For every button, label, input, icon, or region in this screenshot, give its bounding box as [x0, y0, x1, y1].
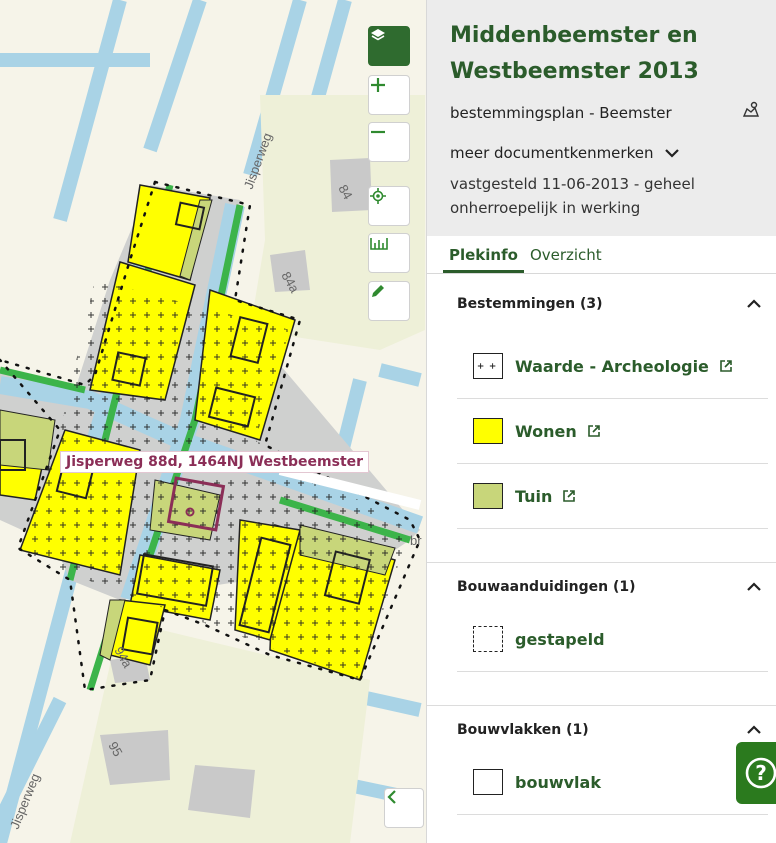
- layers-icon: [371, 29, 385, 41]
- chevron-up-icon: [747, 582, 761, 591]
- section-title: Bouwvlakken (1): [457, 722, 589, 738]
- chevron-down-icon: [665, 149, 680, 158]
- section-divider: [427, 529, 776, 563]
- legend-label[interactable]: bouwvlak: [515, 773, 601, 792]
- map-canvas[interactable]: Jisperweg Jisperweg 84 84a 94a 95 br: [0, 0, 426, 843]
- plus-icon: [371, 78, 385, 92]
- section-bouwvlakken: Bouwvlakken (1) bouwvlak: [427, 710, 776, 815]
- measure-button[interactable]: [368, 233, 410, 273]
- info-panel: Middenbeemster en Westbeemster 2013 best…: [426, 0, 776, 843]
- tuin-swatch: [473, 483, 503, 509]
- bouwvlak-swatch: [473, 769, 503, 795]
- locate-button[interactable]: [368, 186, 410, 226]
- tab-overzicht[interactable]: Overzicht: [524, 236, 608, 273]
- external-link-icon[interactable]: [562, 489, 576, 503]
- plan-subtitle: bestemmingsplan - Beemster: [450, 104, 672, 122]
- section-header[interactable]: Bouwaanduidingen (1): [427, 567, 776, 607]
- chevron-up-icon: [747, 299, 761, 308]
- address-label: Jisperweg 88d, 1464NJ Westbeemster: [60, 451, 370, 473]
- legend-label[interactable]: gestapeld: [515, 630, 605, 649]
- section-bestemmingen: Bestemmingen (3) Waarde - Archeologie Wo…: [427, 284, 776, 529]
- external-link-icon[interactable]: [719, 359, 733, 373]
- locate-icon: [370, 188, 386, 204]
- help-label: ?: [755, 761, 767, 785]
- plan-title-line2: Westbeemster 2013: [450, 59, 699, 84]
- draw-button[interactable]: [368, 281, 410, 321]
- layers-button[interactable]: [368, 26, 410, 66]
- plan-status-line2: onherroepelijk in werking: [450, 199, 641, 217]
- legend-item[interactable]: Waarde - Archeologie: [457, 334, 768, 399]
- legend-item[interactable]: Wonen: [457, 399, 768, 464]
- zoom-in-button[interactable]: [368, 75, 410, 115]
- plan-status-line1: vastgesteld 11-06-2013 - geheel: [450, 175, 695, 193]
- plan-status: vastgesteld 11-06-2013 - geheel onherroe…: [450, 172, 756, 220]
- more-properties-toggle[interactable]: meer documentkenmerken: [450, 144, 756, 162]
- legend-item[interactable]: gestapeld: [457, 607, 768, 672]
- legend-item[interactable]: Tuin: [457, 464, 768, 529]
- map-view[interactable]: Jisperweg Jisperweg 84 84a 94a 95 br Jis…: [0, 0, 426, 843]
- pencil-icon: [372, 285, 384, 297]
- gestapeld-swatch: [473, 626, 503, 652]
- ruler-icon: [370, 238, 388, 250]
- tab-plekinfo[interactable]: Plekinfo: [443, 236, 524, 273]
- section-bouwaanduidingen: Bouwaanduidingen (1) gestapeld: [427, 567, 776, 672]
- external-link-icon[interactable]: [587, 424, 601, 438]
- chevron-up-icon: [747, 725, 761, 734]
- minus-icon: [371, 130, 385, 134]
- collapse-panel-button[interactable]: [384, 788, 424, 828]
- help-icon: ?: [745, 757, 776, 789]
- zoom-out-button[interactable]: [368, 122, 410, 162]
- plan-title-line1: Middenbeemster en: [450, 23, 698, 48]
- panel-tabs: Plekinfo Overzicht: [427, 236, 776, 274]
- legend-label[interactable]: Tuin: [515, 487, 552, 506]
- section-title: Bestemmingen (3): [457, 296, 603, 312]
- road-label: br: [410, 533, 422, 548]
- wonen-swatch: [473, 418, 503, 444]
- legend-item[interactable]: bouwvlak: [457, 750, 768, 815]
- plan-map-icon[interactable]: [742, 100, 760, 118]
- chevron-left-icon: [387, 790, 396, 804]
- section-title: Bouwaanduidingen (1): [457, 579, 636, 595]
- help-button[interactable]: ?: [736, 742, 776, 804]
- document-header: Middenbeemster en Westbeemster 2013 best…: [427, 0, 776, 236]
- legend-label[interactable]: Waarde - Archeologie: [515, 357, 709, 376]
- section-header[interactable]: Bouwvlakken (1): [427, 710, 776, 750]
- legend-label[interactable]: Wonen: [515, 422, 577, 441]
- more-properties-label: meer documentkenmerken: [450, 144, 654, 162]
- section-divider: [427, 672, 776, 706]
- section-header[interactable]: Bestemmingen (3): [427, 284, 776, 324]
- plan-title: Middenbeemster en Westbeemster 2013: [450, 18, 756, 90]
- archeologie-swatch: [473, 353, 503, 379]
